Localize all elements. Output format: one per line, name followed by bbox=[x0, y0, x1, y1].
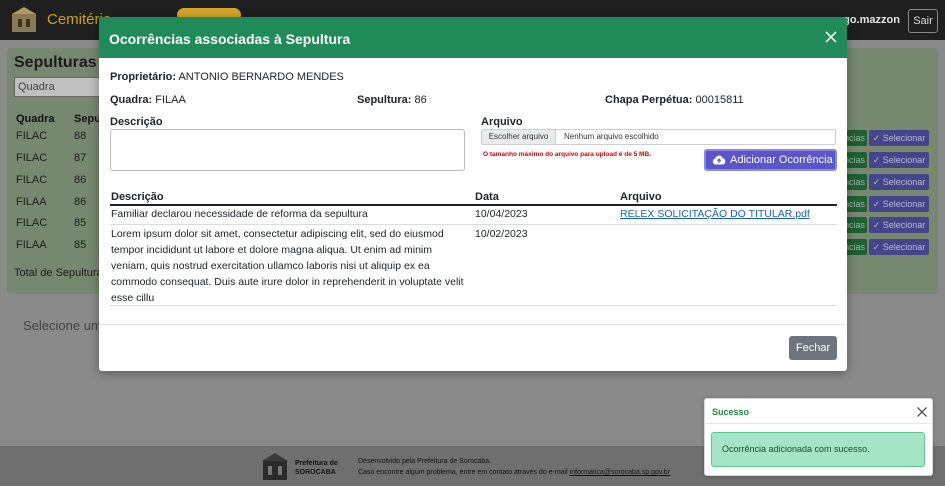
select-button[interactable]: ✓ Selecionar bbox=[869, 130, 929, 146]
cloud-upload-icon bbox=[712, 155, 726, 165]
occurrence-description: Lorem ipsum dolor sit amet, consectetur … bbox=[111, 228, 464, 304]
modal-footer-divider bbox=[99, 324, 847, 325]
bg-row-sepultura: 87 bbox=[74, 152, 87, 164]
file-name-status: Nenhum arquivo escolhido bbox=[564, 132, 659, 141]
toast-title: Sucesso bbox=[712, 407, 750, 417]
footer-contact: Caso encontre algum problema, entre em c… bbox=[358, 469, 671, 476]
quadra-search-input[interactable]: Quadra bbox=[14, 77, 100, 97]
bg-row-quadra: FILAA bbox=[16, 196, 47, 208]
toast-divider bbox=[705, 423, 932, 424]
success-toast: Sucesso Ocorrência adicionada com sucess… bbox=[704, 398, 933, 476]
col-file-header: Arquivo bbox=[620, 191, 662, 203]
bg-row-quadra: FILAC bbox=[16, 217, 48, 229]
select-button[interactable]: ✓ Selecionar bbox=[869, 196, 929, 212]
file-input[interactable]: Escolher arquivo Nenhum arquivo escolhid… bbox=[481, 129, 836, 145]
select-button[interactable]: ✓ Selecionar bbox=[869, 217, 929, 233]
footer-credit: Desenvolvido pela Prefeitura de Sorocaba… bbox=[358, 458, 492, 465]
occurrences-modal: Ocorrências associadas à Sepultura Propr… bbox=[99, 17, 847, 371]
quadra-value: FILAA bbox=[155, 94, 186, 106]
add-occurrence-label: Adicionar Ocorrência bbox=[730, 154, 833, 166]
close-button[interactable]: Fechar bbox=[789, 336, 837, 360]
col-sepultura-header: Sepu bbox=[74, 113, 101, 125]
bg-row-quadra: FILAC bbox=[16, 130, 48, 142]
file-size-hint: O tamanho máximo do arquivo para upload … bbox=[483, 151, 651, 158]
bg-row-sepultura: 85 bbox=[74, 239, 87, 251]
city-crest-logo bbox=[12, 7, 36, 32]
chapa-info: Chapa Perpétua: 00015811 bbox=[605, 94, 744, 106]
chapa-value: 00015811 bbox=[695, 94, 744, 106]
col-quadra-header: Quadra bbox=[16, 113, 55, 125]
quadra-info: Quadra: FILAA bbox=[110, 94, 186, 106]
logged-user: go.mazzon bbox=[843, 14, 900, 26]
table-row-divider bbox=[110, 305, 837, 306]
select-button[interactable]: ✓ Selecionar bbox=[869, 152, 929, 168]
bg-row-sepultura: 86 bbox=[74, 196, 87, 208]
close-icon[interactable] bbox=[823, 29, 839, 45]
modal-header: Ocorrências associadas à Sepultura bbox=[99, 17, 847, 58]
footer-email-link[interactable]: informatica@sorocaba.sp.gov.br bbox=[570, 469, 670, 476]
bg-row-sepultura: 86 bbox=[74, 174, 87, 186]
description-textarea[interactable] bbox=[110, 129, 465, 171]
bg-row-sepultura: 85 bbox=[74, 217, 87, 229]
select-button[interactable]: ✓ Selecionar bbox=[869, 239, 929, 255]
bg-row-sepultura: 88 bbox=[74, 130, 87, 142]
select-hint: Selecione uma bbox=[23, 318, 109, 333]
toast-message: Ocorrência adicionada com sucesso. bbox=[711, 432, 925, 467]
col-description-header: Descrição bbox=[111, 191, 164, 203]
file-label: Arquivo bbox=[481, 116, 523, 128]
select-button[interactable]: ✓ Selecionar bbox=[869, 174, 929, 190]
bg-row-quadra: FILAC bbox=[16, 174, 48, 186]
panel-title: Sepulturas bbox=[14, 54, 97, 71]
footer-brand: Prefeitura de SOROCABA bbox=[295, 460, 338, 476]
table-row-divider bbox=[110, 224, 837, 225]
occurrence-description: Familiar declarou necessidade de reforma… bbox=[111, 208, 368, 220]
occurrence-date: 10/02/2023 bbox=[475, 228, 528, 240]
sepultura-info: Sepultura: 86 bbox=[357, 94, 427, 106]
logout-button[interactable]: Sair bbox=[908, 9, 938, 33]
add-occurrence-button[interactable]: Adicionar Ocorrência bbox=[704, 149, 837, 171]
modal-title: Ocorrências associadas à Sepultura bbox=[109, 31, 351, 47]
bg-row-quadra: FILAC bbox=[16, 152, 48, 164]
bg-row-quadra: FILAA bbox=[16, 239, 47, 251]
prefeitura-crest-icon bbox=[262, 453, 288, 480]
description-label: Descrição bbox=[110, 116, 163, 128]
close-icon[interactable] bbox=[916, 406, 928, 418]
owner-value: ANTONIO BERNARDO MENDES bbox=[178, 71, 344, 83]
graves-total: Total de Sepulturas bbox=[14, 267, 109, 279]
owner-info: Proprietário: ANTONIO BERNARDO MENDES bbox=[110, 71, 344, 83]
choose-file-button[interactable]: Escolher arquivo bbox=[482, 130, 556, 144]
sepultura-value: 86 bbox=[414, 94, 427, 106]
occurrence-file-link[interactable]: RELEX SOLICITAÇÃO DO TITULAR.pdf bbox=[620, 206, 810, 222]
col-date-header: Data bbox=[475, 191, 499, 203]
occurrence-date: 10/04/2023 bbox=[475, 208, 528, 220]
